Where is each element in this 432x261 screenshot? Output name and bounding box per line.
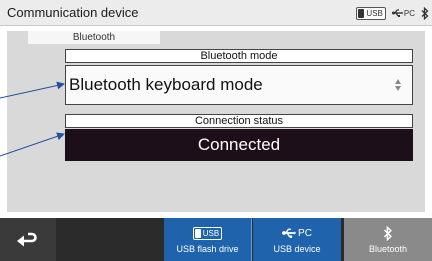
window-title: Communication device xyxy=(7,5,139,20)
return-arrow-icon xyxy=(17,232,37,246)
bluetooth-label: Bluetooth xyxy=(368,243,408,254)
bluetooth-mode-select[interactable]: Bluetooth keyboard mode xyxy=(65,65,413,105)
bluetooth-mode-label: Bluetooth mode xyxy=(65,49,413,63)
usb-chip-icon: USB xyxy=(192,226,223,240)
back-button[interactable] xyxy=(0,218,56,261)
tab-bluetooth[interactable]: Bluetooth xyxy=(28,31,160,44)
bluetooth-panel: Bluetooth Bluetooth mode Bluetooth keybo… xyxy=(7,31,425,212)
usb-chip-icon: USB xyxy=(356,6,386,20)
bluetooth-icon xyxy=(384,225,392,241)
usb-plug-icon xyxy=(282,228,296,238)
usb-plug-icon: PC xyxy=(391,9,415,18)
usb-device-button[interactable]: PC USB device xyxy=(253,218,341,261)
usb-device-label: USB device xyxy=(273,243,321,254)
connection-status-value: Connected xyxy=(65,129,413,161)
bluetooth-icon xyxy=(421,6,429,20)
communication-device-screen: Communication device USB PC Bluetooth Bl… xyxy=(0,0,432,261)
title-bar: Communication device USB PC xyxy=(0,0,432,26)
bluetooth-mode-value: Bluetooth keyboard mode xyxy=(69,75,263,94)
usb-flash-drive-button[interactable]: USB USB flash drive xyxy=(164,218,252,261)
bluetooth-button[interactable]: Bluetooth xyxy=(344,218,432,261)
connection-status-label: Connection status xyxy=(65,114,413,128)
spinner-arrows-icon[interactable] xyxy=(390,70,406,100)
bottom-toolbar: USB USB flash drive PC USB device Blueto… xyxy=(0,218,432,261)
usb-flash-drive-label: USB flash drive xyxy=(176,243,239,254)
status-icons: USB PC xyxy=(356,5,429,21)
